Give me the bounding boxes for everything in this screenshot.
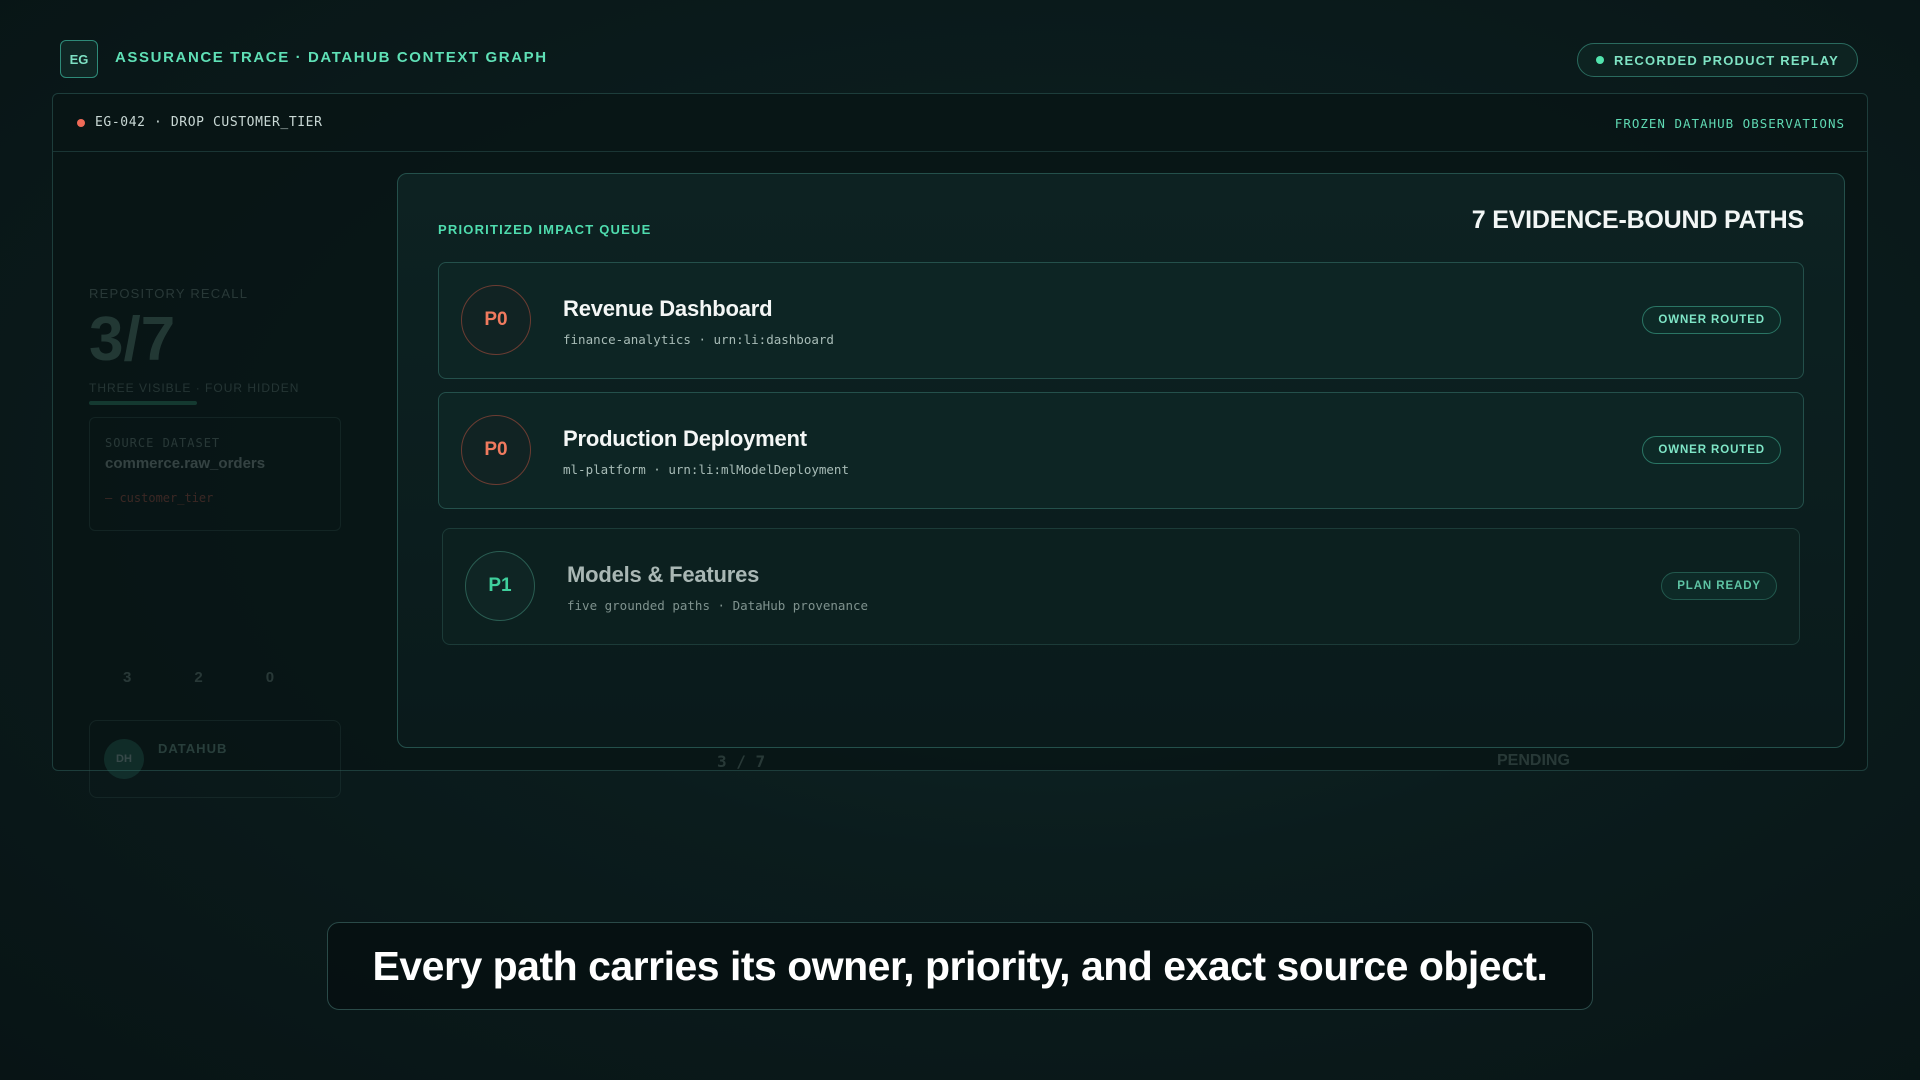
priority-badge: P1 xyxy=(465,551,535,621)
sidebar-counts: 3 2 0 xyxy=(123,669,274,686)
datahub-avatar: DH xyxy=(104,739,144,779)
datahub-card[interactable]: DH DATAHUB xyxy=(89,720,341,798)
app-title: ASSURANCE TRACE · DATAHUB CONTEXT GRAPH xyxy=(115,49,548,66)
status-badge: OWNER ROUTED xyxy=(1642,306,1781,334)
count-item: 3 xyxy=(123,669,132,686)
incident-text: EG-042 · DROP CUSTOMER_TIER xyxy=(95,115,323,130)
replay-label: RECORDED PRODUCT REPLAY xyxy=(1613,52,1839,68)
priority-badge: P0 xyxy=(461,285,531,355)
priority-badge: P0 xyxy=(461,415,531,485)
brand-logo-badge: EG xyxy=(60,40,98,78)
impact-queue-panel: PRIORITIZED IMPACT QUEUE 7 EVIDENCE-BOUN… xyxy=(397,173,1845,748)
impact-row[interactable]: P0 Production Deployment ml-platform · u… xyxy=(438,392,1804,509)
impact-title: Revenue Dashboard xyxy=(563,296,773,321)
impact-meta: ml-platform · urn:li:mlModelDeployment xyxy=(563,462,849,477)
impact-meta: five grounded paths · DataHub provenance xyxy=(567,598,869,613)
recall-progress-bar xyxy=(89,401,197,405)
recall-value: 3/7 xyxy=(89,305,176,374)
impact-title: Production Deployment xyxy=(563,426,807,451)
strip-status: PENDING xyxy=(1497,752,1570,769)
observation-mode-label: FROZEN DATAHUB OBSERVATIONS xyxy=(1614,116,1845,131)
impact-row[interactable]: P1 Models & Features five grounded paths… xyxy=(442,528,1800,645)
impact-meta: finance-analytics · urn:li:dashboard xyxy=(563,332,834,347)
recall-sub: THREE VISIBLE · FOUR HIDDEN xyxy=(89,381,300,395)
count-item: 0 xyxy=(265,669,275,686)
recall-sidebar: REPOSITORY RECALL 3/7 THREE VISIBLE · FO… xyxy=(71,164,371,798)
status-badge: OWNER ROUTED xyxy=(1642,436,1781,464)
strip-ratio: 3 / 7 xyxy=(717,752,766,771)
window-bar: EG-042 · DROP CUSTOMER_TIER FROZEN DATAH… xyxy=(53,94,1867,152)
impact-title: Models & Features xyxy=(567,562,760,587)
count-item: 2 xyxy=(194,669,203,686)
status-badge: PLAN READY xyxy=(1661,572,1777,600)
panel-kicker: PRIORITIZED IMPACT QUEUE xyxy=(438,222,652,237)
live-dot-icon xyxy=(1595,56,1604,64)
replay-status-pill: RECORDED PRODUCT REPLAY xyxy=(1576,43,1858,77)
datahub-name: DATAHUB xyxy=(158,741,228,756)
source-dataset-value: commerce.raw_orders xyxy=(105,455,266,472)
incident-status-dot-icon xyxy=(77,118,85,127)
incident-label: EG-042 · DROP CUSTOMER_TIER xyxy=(77,115,323,130)
recall-label: REPOSITORY RECALL xyxy=(89,286,249,301)
caption-banner: Every path carries its owner, priority, … xyxy=(327,922,1593,1010)
dropped-field: — customer_tier xyxy=(105,491,214,505)
impact-row[interactable]: P0 Revenue Dashboard finance-analytics ·… xyxy=(438,262,1804,379)
source-dataset-label: SOURCE DATASET xyxy=(105,436,221,450)
summary-strip: 3 / 7 PENDING xyxy=(397,752,1843,771)
path-count-heading: 7 EVIDENCE-BOUND PATHS xyxy=(1471,206,1804,234)
source-dataset-card[interactable]: SOURCE DATASET commerce.raw_orders — cus… xyxy=(89,417,341,531)
